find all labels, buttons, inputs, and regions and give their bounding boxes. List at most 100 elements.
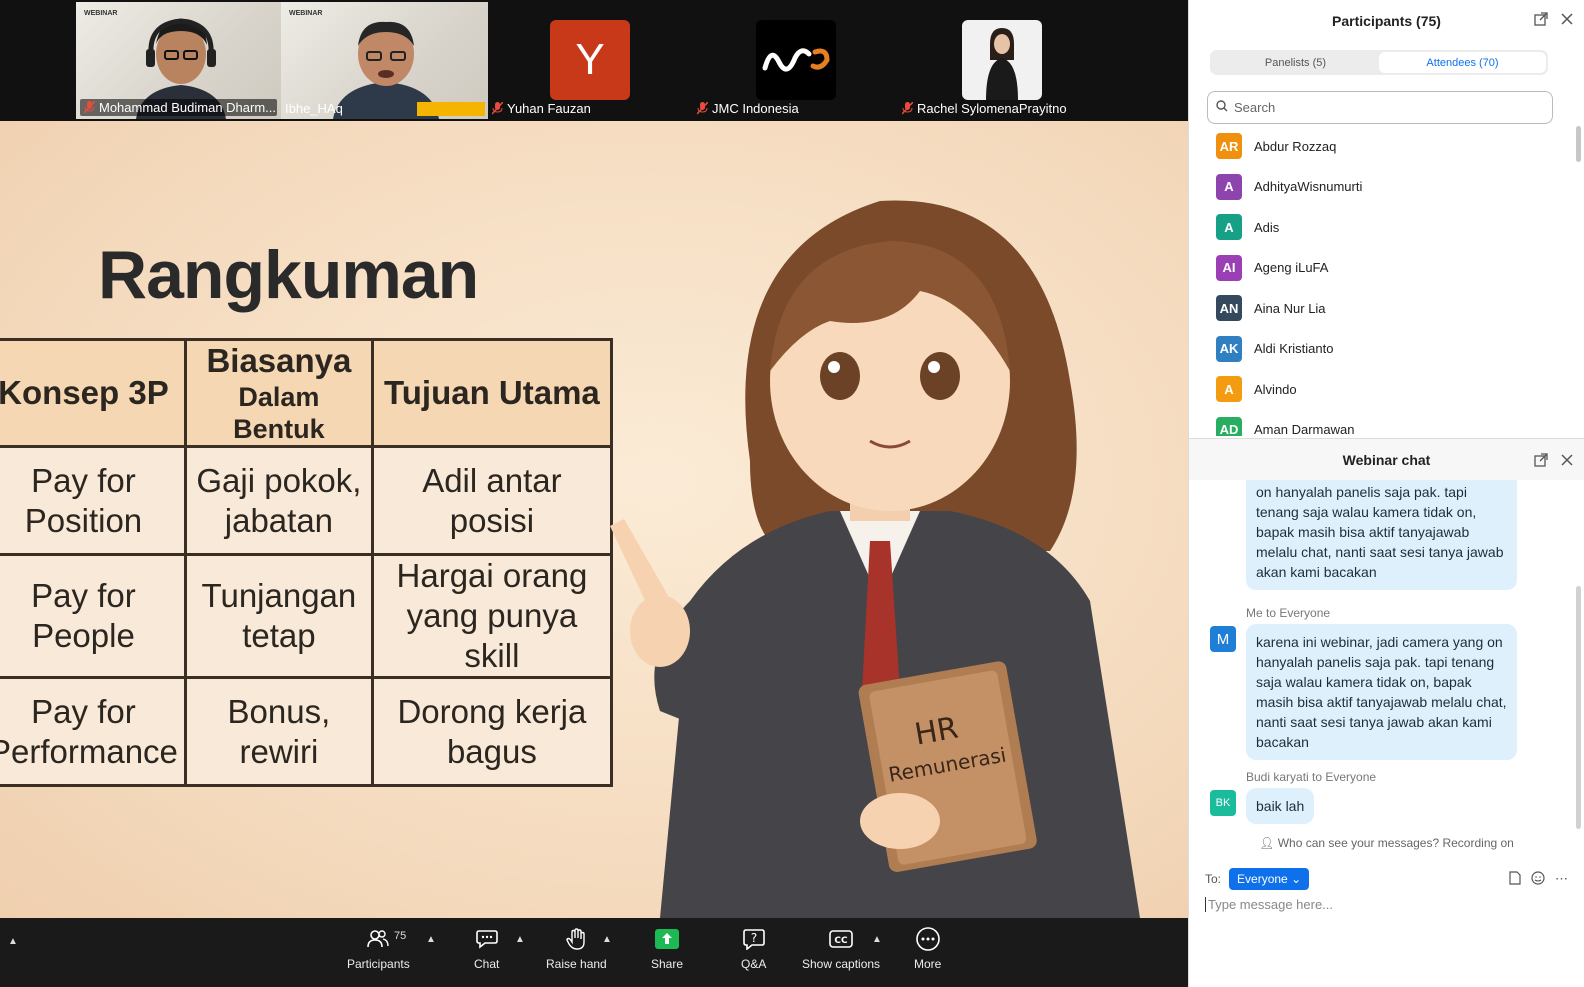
chat-label: Chat xyxy=(474,957,500,971)
shared-screen-slide: Rangkuman Konsep 3P Biasanya Dalam Bentuk… xyxy=(0,121,1188,918)
pop-out-icon[interactable] xyxy=(1534,453,1548,467)
list-item[interactable]: AD Aman Darmawan xyxy=(1189,410,1569,436)
share-screen-icon xyxy=(655,929,680,949)
captions-icon: CC xyxy=(829,926,853,952)
chat-panel-title: Webinar chat xyxy=(1342,451,1431,468)
video-tile-jmc[interactable]: JMC Indonesia xyxy=(693,2,898,119)
tab-panelists[interactable]: Panelists (5) xyxy=(1212,52,1379,73)
captions-label: Show captions xyxy=(802,957,881,971)
list-item[interactable]: AK Aldi Kristianto xyxy=(1189,329,1569,370)
chevron-up-icon[interactable]: ▲ xyxy=(515,934,525,945)
chat-scrollbar[interactable] xyxy=(1576,586,1581,829)
share-button[interactable]: Share xyxy=(651,926,683,971)
chat-button[interactable]: Chat xyxy=(474,926,499,971)
participant-type-toggle: Panelists (5) Attendees (70) xyxy=(1210,50,1548,75)
attendee-name: Adis xyxy=(1254,219,1280,235)
jmc-logo-icon xyxy=(756,20,836,100)
header-icons xyxy=(1534,453,1574,467)
avatar: M xyxy=(1210,626,1236,652)
list-item[interactable]: AR Abdur Rozzaq xyxy=(1189,126,1569,167)
tab-attendees[interactable]: Attendees (70) xyxy=(1379,52,1546,73)
raise-hand-label: Raise hand xyxy=(546,957,607,971)
share-label: Share xyxy=(651,957,684,971)
table-cell: Tunjangan tetap xyxy=(183,553,374,679)
participant-name-tag: Mohammad Budiman Dharm... xyxy=(80,99,277,116)
table-row: Pay for Performance Bonus, rewiri Dorong… xyxy=(0,676,613,787)
table-cell: Pay for People xyxy=(0,553,187,679)
table-cell: Gaji pokok, jabatan xyxy=(183,445,374,556)
side-panel: Participants (75) Panelists (5) Attendee… xyxy=(1188,0,1584,987)
avatar: AD xyxy=(1216,416,1242,436)
chat-message-input[interactable]: Type message here... xyxy=(1205,897,1565,912)
question-icon: ? xyxy=(742,926,765,952)
qa-label: Q&A xyxy=(741,957,767,971)
more-options-icon[interactable]: ⋯ xyxy=(1555,871,1568,888)
mic-muted-icon xyxy=(492,101,504,115)
zoom-webinar-window: WEBINAR Mohammad Budiman Dharm... WEBINA… xyxy=(0,0,1584,987)
participant-name: Ibhe_HAq xyxy=(285,101,343,116)
chat-message-bubble: baik lah xyxy=(1246,788,1315,824)
list-item[interactable]: A AdhityaWisnumurti xyxy=(1189,167,1569,208)
chevron-up-icon[interactable]: ▲ xyxy=(602,934,612,945)
participants-icon xyxy=(367,926,390,952)
avatar: AN xyxy=(1216,295,1242,322)
share-icon-wrap xyxy=(655,926,680,952)
recipient-label: To: xyxy=(1205,872,1222,886)
summary-table: Konsep 3P Biasanya Dalam Bentuk Tujuan Ut… xyxy=(0,338,613,787)
show-captions-button[interactable]: CC Show captions xyxy=(802,926,880,971)
meeting-toolbar: ▲ Participants 75 ▲ Chat ▲ Raise hand ▲ xyxy=(0,918,1188,987)
avatar: A xyxy=(1216,214,1242,241)
chevron-up-icon[interactable]: ▲ xyxy=(8,936,18,947)
table-cell: Pay for Performance xyxy=(0,676,187,787)
participant-name-tag: Yuhan Fauzan xyxy=(492,101,591,116)
avatar: BK xyxy=(1210,790,1236,816)
list-item[interactable]: A Alvindo xyxy=(1189,369,1569,410)
table-cell: Hargai orang yang punya skill xyxy=(370,553,613,679)
attendee-list: AR Abdur Rozzaq A AdhityaWisnumurti A Adis … xyxy=(1189,126,1569,436)
emoji-icon[interactable] xyxy=(1531,871,1545,888)
video-tile-mohammad[interactable]: WEBINAR Mohammad Budiman Dharm... xyxy=(76,2,281,119)
chevron-up-icon[interactable]: ▲ xyxy=(426,934,436,945)
participant-name: Yuhan Fauzan xyxy=(507,101,591,116)
mic-muted-icon xyxy=(902,101,914,115)
list-item[interactable]: A Adis xyxy=(1189,207,1569,248)
svg-text:?: ? xyxy=(750,931,756,945)
hr-character-illustration: HR Remunerasi xyxy=(610,200,1140,918)
avatar: A xyxy=(1216,173,1242,200)
avatar: AR xyxy=(1216,133,1242,160)
close-icon[interactable] xyxy=(1560,12,1574,26)
search-placeholder: Search xyxy=(1234,100,1276,115)
participant-name: JMC Indonesia xyxy=(712,101,799,116)
chat-message-bubble: karena ini webinar, jadi camera yang on … xyxy=(1246,624,1517,760)
list-item[interactable]: AN Aina Nur Lia xyxy=(1189,288,1569,329)
attendee-list-scrollbar[interactable] xyxy=(1576,126,1581,162)
svg-text:CC: CC xyxy=(834,936,848,946)
chevron-down-icon: ⌄ xyxy=(1291,872,1302,886)
mic-muted-icon xyxy=(83,100,96,114)
chat-privacy-notice[interactable]: 👤︎ Who can see your messages? Recording … xyxy=(1189,836,1584,850)
close-icon[interactable] xyxy=(1560,453,1574,467)
qa-button[interactable]: ? Q&A xyxy=(741,926,766,971)
chevron-up-icon[interactable]: ▲ xyxy=(872,934,882,945)
avatar-initial: Y xyxy=(575,35,605,84)
file-icon[interactable] xyxy=(1509,871,1521,888)
pop-out-icon[interactable] xyxy=(1534,12,1548,26)
participants-panel-title: Participants (75) xyxy=(1332,12,1441,29)
table-cell: Pay for Position xyxy=(0,445,187,556)
recipient-value: Everyone xyxy=(1237,872,1288,886)
chat-message-list: on hanyalah panelis saja pak. tapi tenan… xyxy=(1189,480,1584,832)
video-tile-rachel[interactable]: Rachel SylomenaPrayitno xyxy=(898,2,1105,119)
list-item[interactable]: AI Ageng iLuFA xyxy=(1189,248,1569,289)
message-sender: Budi karyati to Everyone xyxy=(1246,770,1377,784)
video-tile-yuhan[interactable]: Y Yuhan Fauzan xyxy=(488,2,693,119)
recipient-dropdown[interactable]: Everyone ⌄ xyxy=(1229,868,1310,890)
table-cell: Adil antar posisi xyxy=(370,445,613,556)
background-banner xyxy=(417,102,485,116)
video-strip: WEBINAR Mohammad Budiman Dharm... WEBINA… xyxy=(0,0,1188,121)
participant-search-input[interactable]: Search xyxy=(1207,91,1553,124)
video-tile-ibhe-active-speaker[interactable]: WEBINAR Ibhe_HAq xyxy=(281,2,488,119)
more-button[interactable]: More xyxy=(914,926,941,971)
profile-photo xyxy=(962,20,1042,100)
attendee-name: AdhityaWisnumurti xyxy=(1254,179,1363,195)
raise-hand-button[interactable]: Raise hand xyxy=(546,926,607,971)
